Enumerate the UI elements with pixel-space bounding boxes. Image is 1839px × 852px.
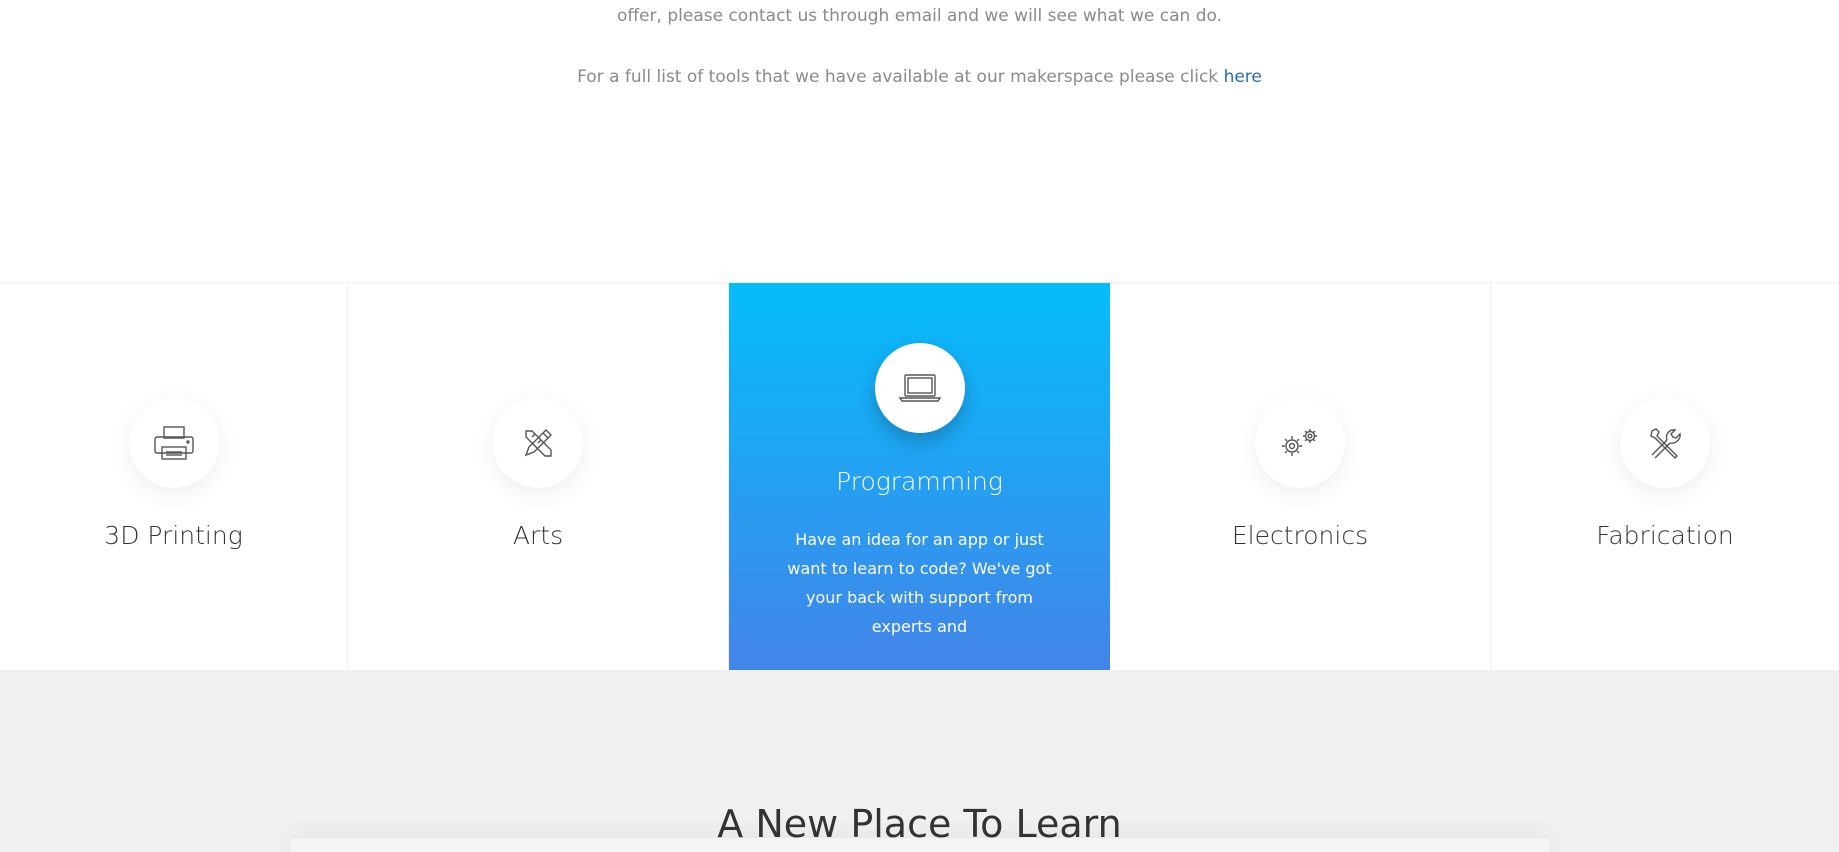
gears-icon (1255, 398, 1345, 488)
service-title: Programming (836, 467, 1003, 496)
service-title: 3D Printing (104, 521, 243, 550)
service-programming[interactable]: Programming Have an idea for an app or j… (729, 283, 1110, 671)
services-row: 3D Printing Arts Programming Have an ide… (0, 282, 1839, 671)
service-fabrication[interactable]: Fabrication (1491, 283, 1839, 671)
service-electronics[interactable]: Electronics (1110, 283, 1491, 671)
service-title: Arts (512, 521, 564, 550)
tools-list-text: For a full list of tools that we have av… (577, 67, 1224, 87)
intro-contact-text: offer, please contact us through email a… (616, 6, 1222, 26)
intro-tools-text: For a full list of tools that we have av… (0, 67, 1839, 87)
tools-icon (1620, 398, 1710, 488)
laptop-icon (874, 343, 965, 433)
printer-icon (128, 398, 219, 488)
service-arts[interactable]: Arts (348, 283, 729, 671)
tools-list-link[interactable]: here (1224, 67, 1262, 87)
learn-section: A New Place To Learn (0, 670, 1839, 852)
service-title: Fabrication (1596, 521, 1734, 550)
pencil-ruler-icon (493, 398, 583, 488)
learn-heading: A New Place To Learn (717, 802, 1122, 846)
service-title: Electronics (1231, 521, 1369, 550)
service-3d-printing[interactable]: 3D Printing (0, 283, 348, 671)
service-description: Have an idea for an app or just want to … (787, 530, 1052, 636)
